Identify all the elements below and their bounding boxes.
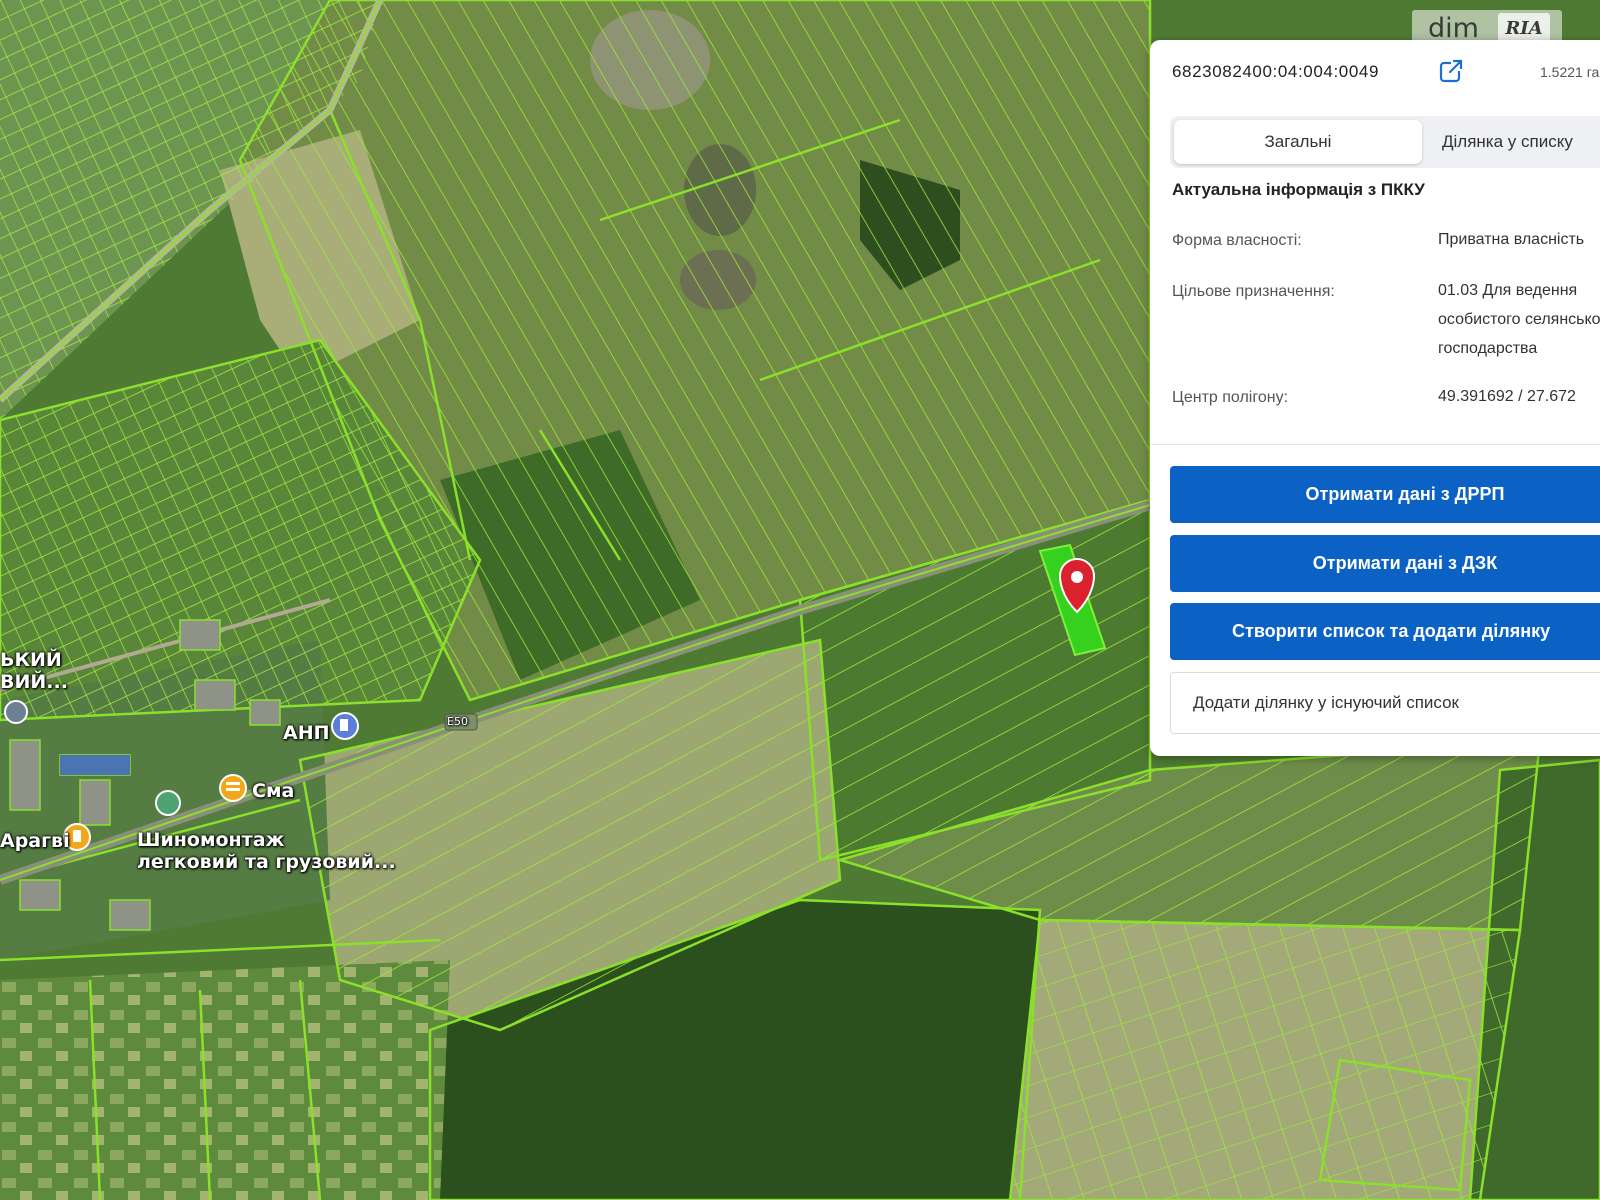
tab-general[interactable]: Загальні <box>1174 120 1422 164</box>
village-label-line2: ВИЙ... <box>0 671 68 693</box>
ownership-value: Приватна власність <box>1438 231 1585 248</box>
poi-service-icon[interactable] <box>155 790 181 816</box>
add-to-existing-list-button[interactable]: Додати ділянку у існуючий список <box>1170 672 1600 734</box>
cadastral-number: 6823082400:04:004:0049 <box>1172 62 1380 81</box>
purpose-value-line1: 01.03 Для ведення <box>1438 282 1578 299</box>
poi-fuel-icon[interactable] <box>219 774 247 802</box>
purpose-label: Цільове призначення: <box>1172 283 1335 300</box>
get-dzk-data-button[interactable]: Отримати дані з ДЗК <box>1170 535 1600 592</box>
purpose-value-line2: особистого селянського <box>1438 311 1600 328</box>
external-link-icon[interactable] <box>1438 58 1464 84</box>
purpose-value-line3: господарства <box>1438 340 1538 357</box>
village-label-line1: ЬКИЙ <box>0 649 62 671</box>
polygon-center-value: 49.391692 / 27.672 <box>1438 388 1576 405</box>
ownership-label: Форма власності: <box>1172 232 1302 249</box>
get-drrp-data-button[interactable]: Отримати дані з ДРРП <box>1170 466 1600 523</box>
parcel-area: 1.5221 га <box>1540 64 1600 80</box>
polygon-center-label: Центр полігону: <box>1172 389 1289 406</box>
poi-label-tire-service[interactable]: Шиномонтаж <box>137 829 284 851</box>
panel-tabs: Загальні Ділянка у списку <box>1170 116 1600 168</box>
tab-parcel-in-list[interactable]: Ділянка у списку <box>1442 120 1600 164</box>
road-label: E50 <box>447 715 468 728</box>
poi-label-arahvi[interactable]: Арагві <box>0 830 70 852</box>
divider <box>1150 444 1600 445</box>
poi-label-anp[interactable]: АНП <box>283 722 330 744</box>
poi-label-sma[interactable]: Сма <box>252 780 294 802</box>
poi-gas-station-icon[interactable] <box>331 712 359 740</box>
section-title: Актуальна інформація з ПККУ <box>1172 180 1425 199</box>
poi-village-icon[interactable] <box>4 700 28 724</box>
create-list-add-parcel-button[interactable]: Створити список та додати ділянку <box>1170 603 1600 660</box>
parcel-info-panel: 6823082400:04:004:0049 1.5221 га Загальн… <box>1150 40 1600 756</box>
poi-label-tire-service-sub[interactable]: легковий та грузовий... <box>137 851 396 873</box>
